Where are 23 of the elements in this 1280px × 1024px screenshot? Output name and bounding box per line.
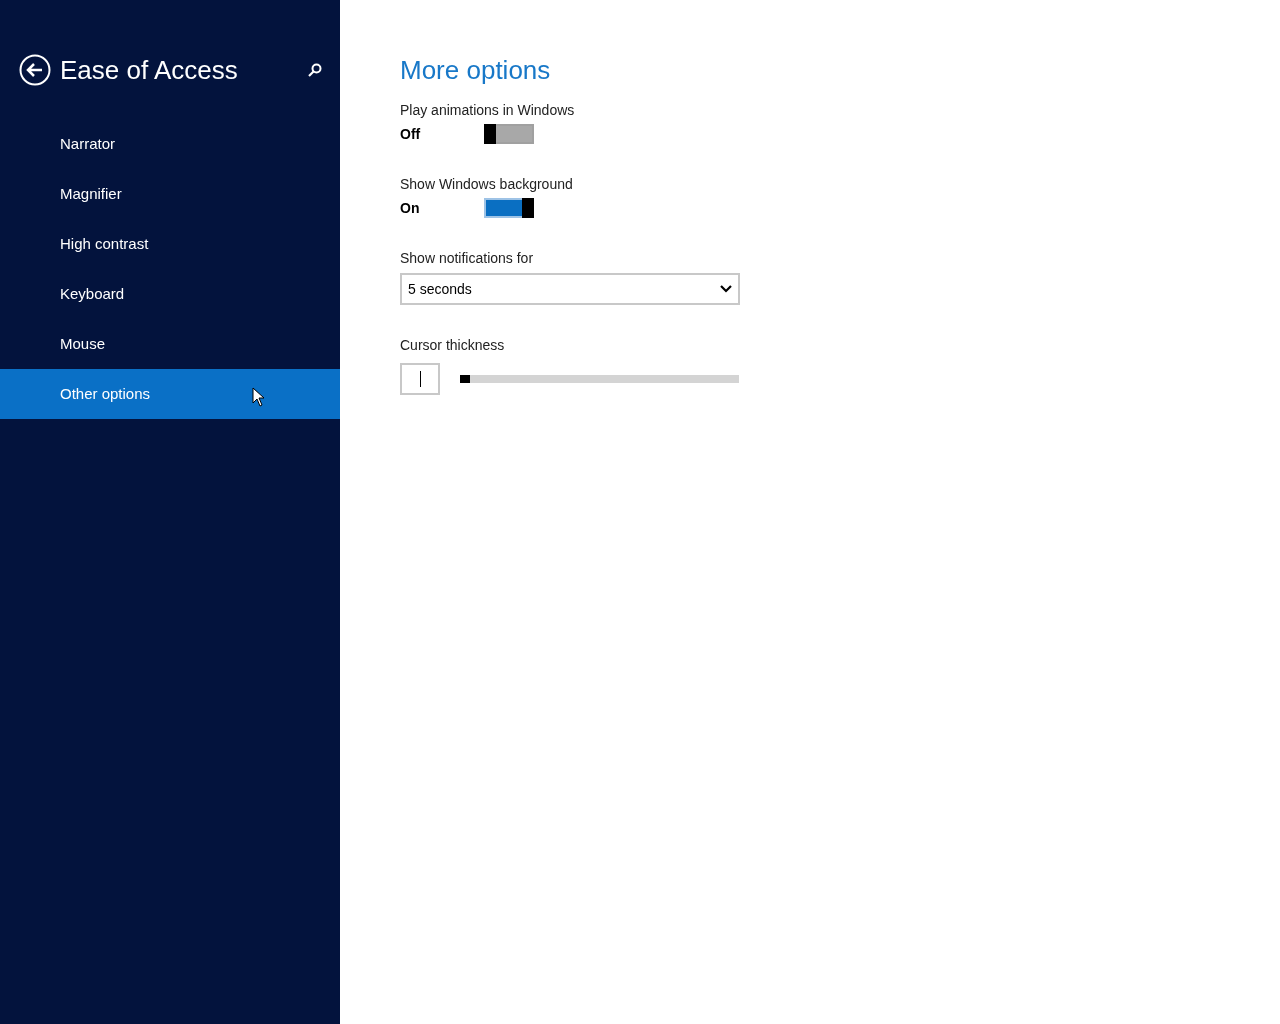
setting-label: Show Windows background [400, 175, 574, 194]
slider-track[interactable] [460, 375, 739, 383]
toggle-state: Off [400, 125, 422, 144]
dropdown[interactable]: 5 seconds [400, 273, 740, 305]
sidebar-item[interactable]: Magnifier [0, 169, 340, 219]
sidebar-item[interactable]: High contrast [0, 219, 340, 269]
toggle-switch[interactable] [484, 124, 534, 144]
slider-thumb[interactable] [460, 375, 470, 383]
toggle-state: On [400, 199, 421, 218]
setting-label: Cursor thickness [400, 336, 506, 355]
toggle-switch[interactable] [484, 198, 534, 218]
sidebar-item[interactable]: Mouse [0, 319, 340, 369]
chevron-down-icon [720, 285, 732, 293]
search-icon[interactable] [308, 63, 322, 77]
page-title: More options [400, 54, 552, 86]
sidebar-item[interactable]: Other options [0, 369, 340, 419]
mouse-pointer-icon [252, 387, 264, 407]
setting-label: Play animations in Windows [400, 101, 576, 120]
sidebar-item[interactable]: Keyboard [0, 269, 340, 319]
setting-label: Show notifications for [400, 249, 535, 268]
sidebar-title: Ease of Access [60, 53, 238, 87]
cursor-preview [400, 363, 440, 395]
sidebar-item[interactable]: Narrator [0, 119, 340, 169]
